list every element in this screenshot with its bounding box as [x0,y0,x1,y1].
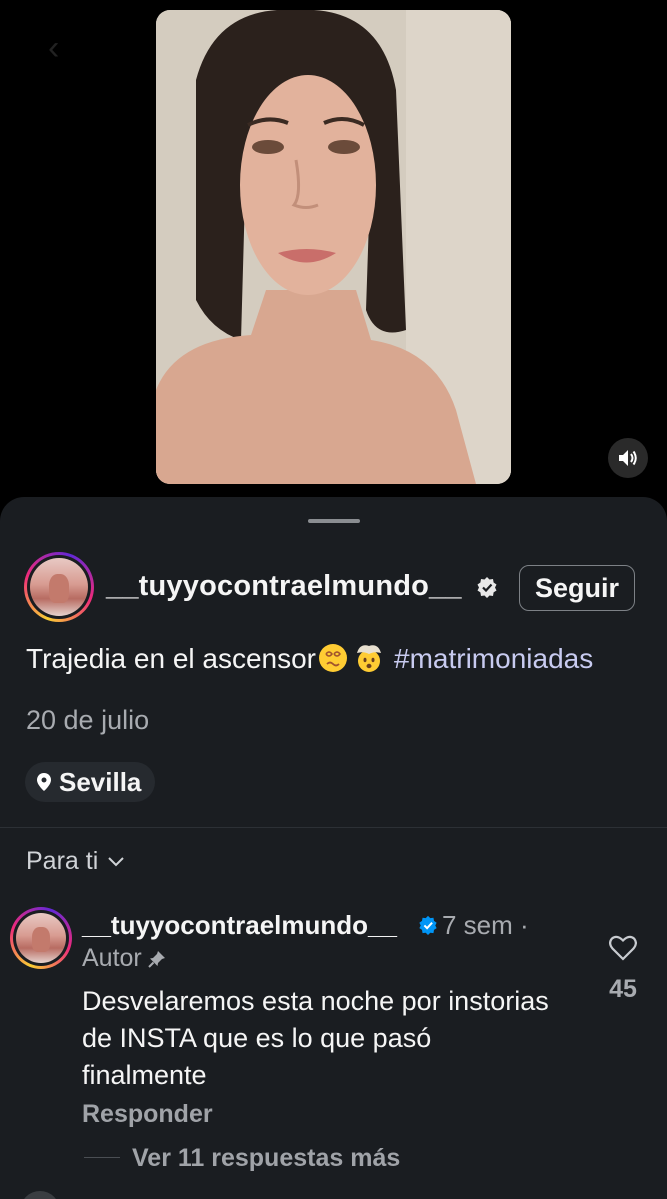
reel-screen: ‹ __tuyyocontraelmundo__ Seguir Trajedia… [0,0,667,1199]
sort-label: Para ti [26,847,99,875]
speaker-icon [619,450,637,466]
hashtag-link[interactable]: #matrimoniadas [394,643,593,674]
replies-connector-line [84,1157,120,1158]
comment-timestamp: 7 sem · [442,910,529,940]
post-username[interactable]: __tuyyocontraelmundo__ [106,570,462,603]
exploding-head-emoji [357,645,382,672]
verified-icon [477,577,497,598]
comments-sheet: __tuyyocontraelmundo__ Seguir Trajedia e… [0,497,667,1199]
verified-icon [419,915,437,935]
author-label: Autor [82,944,142,972]
divider [0,827,667,828]
caption-text: Trajedia en el ascensor [26,643,317,674]
post-date: 20 de julio [26,705,150,735]
avatar [30,558,88,616]
view-more-replies-button[interactable]: Ver 11 respuestas más [132,1144,400,1173]
dizzy-face-emoji [319,644,348,672]
post-author-avatar[interactable] [24,552,94,622]
like-count: 45 [609,975,637,1003]
comment-username[interactable]: __tuyyocontraelmundo__ [82,910,397,941]
location-pin-icon [37,773,51,791]
video-frame [156,10,511,484]
sound-toggle-button[interactable] [608,438,648,478]
follow-button[interactable]: Seguir [519,565,635,611]
author-badge: Autor [82,944,166,973]
location-chip[interactable]: Sevilla [25,762,156,802]
post-caption: Trajedia en el ascensor #matrimoniadas [26,643,593,675]
location-label: Sevilla [59,766,142,797]
pin-icon [148,950,165,968]
avatar [16,913,66,963]
avatar[interactable] [20,1191,60,1199]
comment-text: Desvelaremos esta noche por instorias de… [82,986,549,1090]
chevron-down-icon [108,856,124,866]
sheet-grabber[interactable] [308,519,360,523]
video-player[interactable] [156,10,511,484]
reply-button[interactable]: Responder [82,1100,213,1129]
comment-author-avatar[interactable] [10,907,72,969]
sort-dropdown[interactable]: Para ti [26,847,124,876]
chevron-left-icon[interactable]: ‹ [48,30,74,66]
heart-icon[interactable] [609,935,637,961]
